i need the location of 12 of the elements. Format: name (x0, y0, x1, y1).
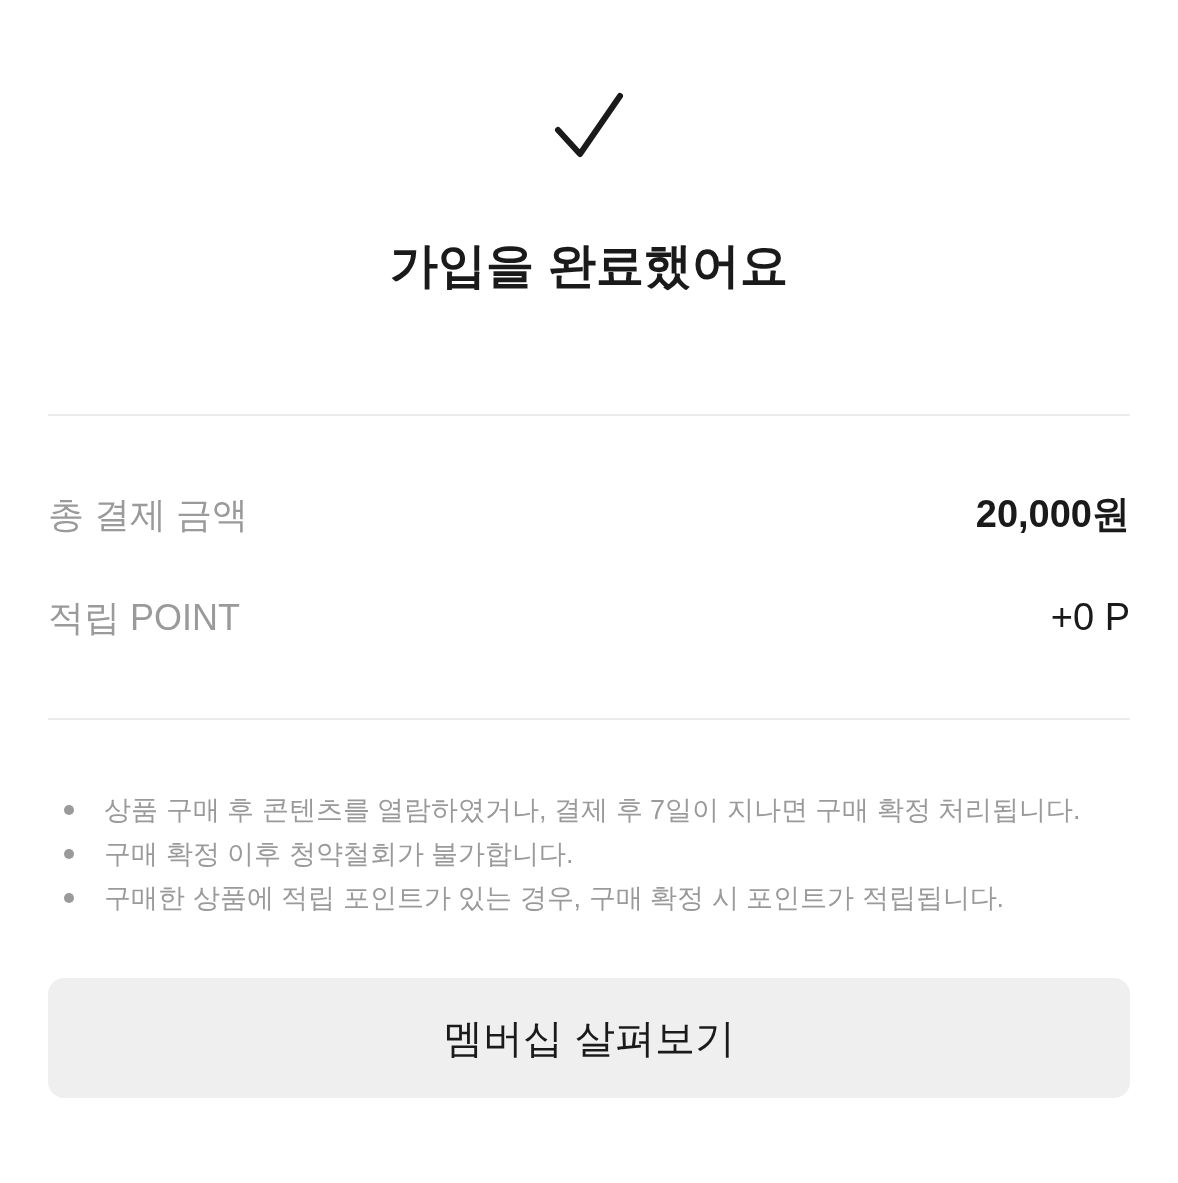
notice-text: 구매 확정 이후 청약철회가 불가합니다. (104, 838, 574, 871)
bullet-icon (64, 893, 74, 903)
notice-text: 구매한 상품에 적립 포인트가 있는 경우, 구매 확정 시 포인트가 적립됩니다. (104, 882, 1005, 915)
summary-label: 총 결제 금액 (48, 492, 248, 537)
summary-label: 적립 POINT (48, 595, 240, 640)
notice-text: 상품 구매 후 콘텐츠를 열람하였거나, 결제 후 7일이 지나면 구매 확정 처리됩니다. (104, 794, 1081, 827)
point-amount: +0 P (1050, 595, 1130, 640)
bullet-icon (64, 805, 74, 815)
page-title: 가입을 완료했어요 (390, 238, 788, 294)
membership-button[interactable]: 멤버십 살펴보기 (48, 978, 1130, 1098)
total-amount: 20,000원 (975, 492, 1130, 537)
bullet-icon (64, 849, 74, 859)
